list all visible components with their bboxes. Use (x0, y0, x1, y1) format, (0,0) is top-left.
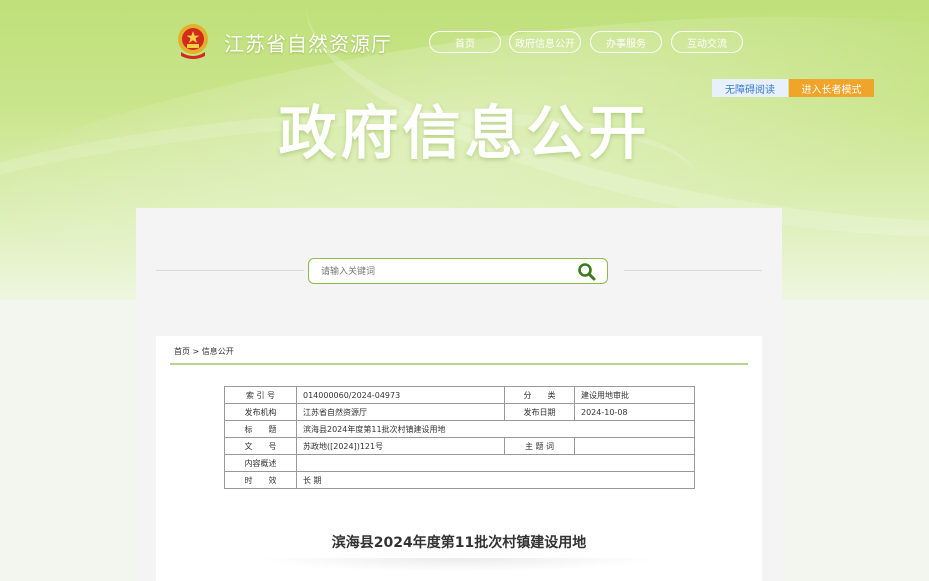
divider (624, 270, 762, 271)
table-row: 内容概述 (224, 454, 695, 472)
table-row: 发布机构 江苏省自然资源厅 发布日期 2024-10-08 (224, 403, 695, 421)
title-label: 标 题 (224, 420, 297, 438)
document-metadata-table: 索 引 号 014000060/2024-04973 分 类 建设用地审批 发布… (224, 386, 695, 489)
document-title: 滨海县2024年度第11批次村镇建设用地 (331, 535, 587, 551)
title-value: 滨海县2024年度第11批次村镇建设用地 (296, 420, 695, 438)
keyword-value (574, 437, 695, 455)
search-box (308, 258, 608, 285)
breadcrumb: 首页 > 信息公开 (174, 346, 234, 357)
table-row: 时 效 长 期 (224, 471, 695, 489)
breadcrumb-home[interactable]: 首页 (174, 347, 190, 356)
publisher-label: 发布机构 (224, 403, 297, 421)
summary-value (296, 454, 695, 472)
validity-value: 长 期 (296, 471, 695, 489)
table-row: 索 引 号 014000060/2024-04973 分 类 建设用地审批 (224, 386, 695, 404)
main-panel: 首页 > 信息公开 索 引 号 014000060/2024-04973 分 类… (136, 208, 782, 581)
category-value: 建设用地审批 (574, 386, 695, 404)
validity-label: 时 效 (224, 471, 297, 489)
category-label: 分 类 (504, 386, 575, 404)
nav-home[interactable]: 首页 (429, 31, 501, 53)
page-title: 政府信息公开 (278, 99, 651, 167)
national-emblem-icon (174, 22, 212, 62)
date-value: 2024-10-08 (574, 403, 695, 421)
search-icon[interactable] (577, 262, 597, 282)
date-label: 发布日期 (504, 403, 575, 421)
breadcrumb-current[interactable]: 信息公开 (202, 347, 234, 356)
table-row: 标 题 滨海县2024年度第11批次村镇建设用地 (224, 420, 695, 438)
divider (170, 363, 748, 365)
table-row: 文 号 苏政地([2024])121号 主 题 词 (224, 437, 695, 455)
site-name[interactable]: 江苏省自然资源厅 (224, 28, 392, 57)
publisher-value: 江苏省自然资源厅 (296, 403, 505, 421)
summary-label: 内容概述 (224, 454, 297, 472)
keyword-label: 主 题 词 (504, 437, 575, 455)
nav-services[interactable]: 办事服务 (590, 31, 662, 53)
content-area: 首页 > 信息公开 索 引 号 014000060/2024-04973 分 类… (156, 336, 762, 581)
docno-label: 文 号 (224, 437, 297, 455)
index-label: 索 引 号 (224, 386, 297, 404)
docno-value: 苏政地([2024])121号 (296, 437, 505, 455)
nav-gov-info[interactable]: 政府信息公开 (509, 31, 581, 53)
index-value: 014000060/2024-04973 (296, 386, 505, 404)
title-underline-shadow (256, 558, 662, 572)
nav-interaction[interactable]: 互动交流 (671, 31, 743, 53)
search-input[interactable] (319, 259, 563, 285)
breadcrumb-separator: > (192, 347, 200, 356)
divider (156, 270, 304, 271)
